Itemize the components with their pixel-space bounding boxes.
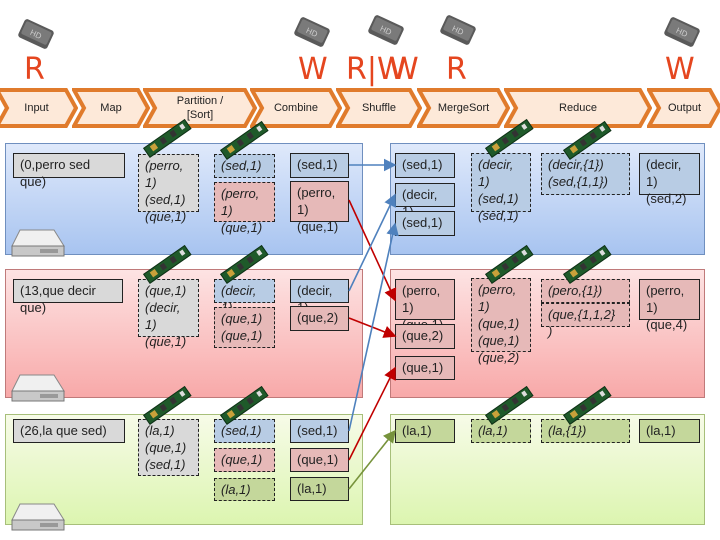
shuffle-arrow-blue: [348, 193, 396, 292]
ram-module-icon: [482, 244, 536, 289]
ram-module-icon: [140, 244, 194, 289]
shuffle-arrow-blue: [348, 222, 399, 432]
ram-module-icon: [217, 120, 271, 165]
ram-module-icon: [560, 385, 614, 430]
ram-module-icon: [482, 118, 536, 163]
ram-module-icon: [140, 118, 194, 163]
ram-module-icon: [560, 120, 614, 165]
shuffle-arrow-red: [348, 199, 397, 302]
ram-module-icon: [560, 244, 614, 289]
shuffle-arrow-red: [348, 366, 396, 461]
ram-module-icon: [217, 385, 271, 430]
shuffle-arrow-green: [348, 429, 396, 490]
ram-module-icon: [482, 385, 536, 430]
ram-module-icon: [217, 244, 271, 289]
ram-module-icon: [140, 385, 194, 430]
